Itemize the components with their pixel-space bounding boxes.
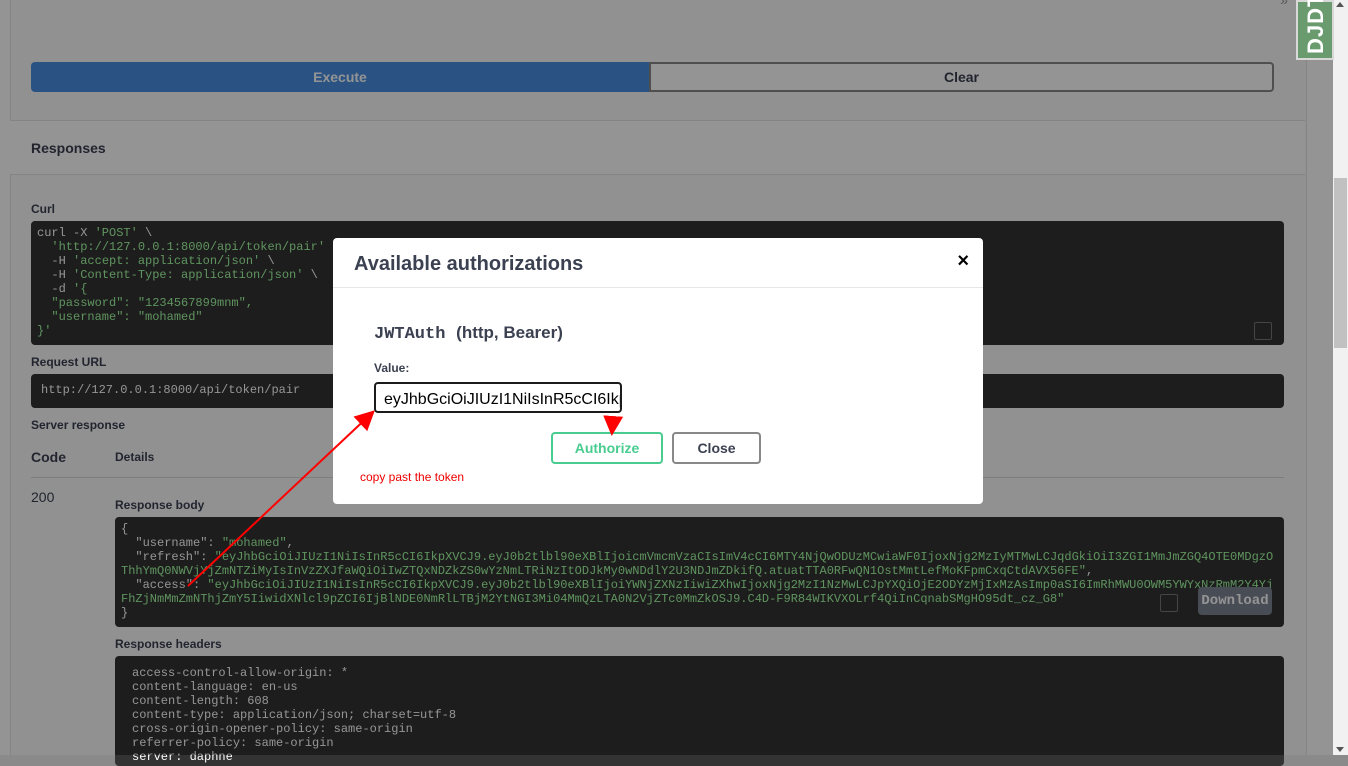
auth-scheme-type: (http, Bearer) bbox=[456, 323, 563, 342]
token-input[interactable]: eyJhbGciOiJIUzI1NiIsInR5cCI6IkpXVCJ9 bbox=[374, 382, 622, 413]
debug-toolbar-label: DJDT bbox=[1303, 0, 1328, 54]
auth-scheme-title: JWTAuth (http, Bearer) bbox=[374, 323, 563, 344]
modal-title: Available authorizations bbox=[354, 253, 584, 275]
debug-toolbar-handle[interactable]: DJDT bbox=[1296, 0, 1334, 60]
close-button[interactable]: Close bbox=[672, 432, 761, 464]
value-label: Value: bbox=[374, 361, 410, 375]
annotation-text: copy past the token bbox=[360, 470, 465, 484]
close-icon[interactable]: × bbox=[957, 250, 969, 273]
auth-scheme-name: JWTAuth bbox=[374, 325, 446, 344]
scroll-down-icon[interactable] bbox=[1336, 747, 1344, 752]
scroll-thumb[interactable] bbox=[1334, 178, 1347, 348]
authorization-modal: Available authorizations × JWTAuth (http… bbox=[333, 238, 983, 504]
scroll-up-icon[interactable] bbox=[1336, 2, 1344, 7]
modal-header: Available authorizations × bbox=[333, 238, 983, 288]
scrollbar[interactable] bbox=[1333, 0, 1348, 755]
authorize-button[interactable]: Authorize bbox=[551, 432, 663, 464]
